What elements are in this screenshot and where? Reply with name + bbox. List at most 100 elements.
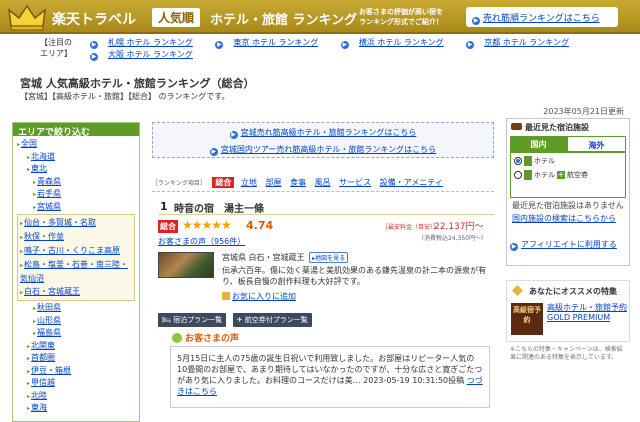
sidebar-item-izu-hakone[interactable]: 伊豆・箱根 (27, 366, 71, 375)
flight-plans-button[interactable]: ✈ 航空券付プラン一覧 (232, 313, 312, 327)
tab-bath[interactable]: 風呂 (315, 178, 331, 187)
guest-review-box: 5月15日に主人の75歳の誕生日祝いで利用致しました。お部屋はリピーター人気の1… (170, 346, 490, 408)
sidebar-item-yamagata[interactable]: 山形県 (33, 316, 61, 325)
rank-heading: 1 時音の宿 湯主一條 (158, 199, 494, 215)
banner-title: ホテル・旅館 ランキング (210, 13, 358, 28)
sidebar-heading: エリアで絞り込む (13, 123, 139, 138)
rating-score: 4.74 (246, 219, 274, 232)
tab-room[interactable]: 部屋 (265, 178, 281, 187)
tab-domestic[interactable]: 国内 (510, 136, 567, 152)
sales-ranking-notice-link[interactable]: ▶ 宮城売れ筋高級ホテル・旅館ランキングはこちら (153, 127, 493, 139)
overall-tag: 総合 (158, 220, 178, 233)
area-link-kyoto[interactable]: ▶ 京都 ホテル ランキング (466, 38, 579, 49)
domestic-search-link[interactable]: 国内施設の検索はこちらから (507, 214, 629, 224)
no-recent-text: 最近見た宿泊施設はありません (512, 201, 624, 210)
plan-buttons: 🛏 宿泊プラン一覧 ✈ 航空券付プラン一覧 (158, 313, 316, 327)
arrow-circle-icon: ▶ (472, 17, 480, 25)
arrow-circle-icon: ▶ (90, 41, 98, 49)
banner-subtitle: お客さまの評価が高い宿を ランキング形式でご紹介！ (359, 8, 443, 26)
arrow-circle-icon: ▶ (90, 53, 98, 61)
radio-hotel[interactable]: ホテル (514, 156, 622, 166)
radio-hotel-flight[interactable]: ホテル + 航空券 (514, 170, 622, 180)
hotel-icon (524, 156, 532, 166)
sidebar-item-kitakanto[interactable]: 北関東 (27, 341, 55, 350)
area-link-sapporo[interactable]: ▶ 札幌 ホテル ランキング (90, 38, 203, 49)
price-label: ［最安料金（目安）］ (382, 224, 440, 231)
stay-plans-button[interactable]: 🛏 宿泊プラン一覧 (158, 313, 227, 327)
area-link-tokyo[interactable]: ▶ 東京 ホテル ランキング (215, 38, 328, 49)
rank-number: 1 (158, 200, 168, 213)
featured-areas-label: 【注目のエリア】 (40, 38, 72, 58)
favorite-folder-icon (222, 292, 230, 300)
sidebar-item-fukushima[interactable]: 福島県 (33, 328, 61, 337)
banner-sort-pill: 人気順 (152, 8, 201, 27)
price-tax-included: （消費税込24,350円〜） (418, 235, 487, 242)
sidebar-item-aomori[interactable]: 青森県 (33, 177, 61, 186)
hotel-thumbnail[interactable] (158, 252, 214, 278)
tab-location[interactable]: 立地 (241, 178, 257, 187)
affiliate-link[interactable]: ▶ アフィリエイトに利用する (510, 240, 630, 251)
arrow-circle-icon: ▶ (510, 243, 518, 251)
arrow-circle-icon: ▶ (209, 148, 218, 156)
reviews-link[interactable]: お客さまの声（956件） (158, 236, 245, 247)
divider (152, 191, 494, 192)
tab-overall[interactable]: 総合 (212, 177, 235, 188)
area-filter-sidebar: エリアで絞り込む 全国 北海道 東北 青森県 岩手県 宮城県 仙台・多賀城・名取… (12, 122, 140, 422)
sidebar-item-hokuriku[interactable]: 北陸 (27, 391, 47, 400)
sidebar-item-naruko[interactable]: 鳴子・古川・くりこま高原 (20, 244, 132, 258)
price-value: 22,137円〜 (434, 222, 484, 232)
arrow-circle-icon: ▶ (340, 41, 349, 49)
feature-note: ※こちらの特集・キャンペーンは、検索結果に関連のある特集を表示しています。 (510, 346, 623, 361)
gold-premium-link[interactable]: 高級ホテル・旅館予約 GOLD PREMIUM (547, 303, 627, 323)
star-rating-icon: ★★★★★ (182, 218, 232, 232)
sidebar-item-matsushima[interactable]: 松島・塩釜・石巻・南三陸・気仙沼 (20, 258, 132, 285)
add-favorite-link[interactable]: お気に入りに追加 (222, 291, 296, 302)
area-link-osaka[interactable]: ▶ 大阪 ホテル ランキング (90, 50, 203, 61)
guest-voice-heading: お客さまの声 (172, 331, 239, 344)
area-link-yokohama[interactable]: ▶ 横浜 ホテル ランキング (340, 38, 454, 49)
review-date: 2023-05-19 10:31:50投稿 (363, 376, 465, 385)
page-description: 【宮城】【高級ホテル・旅館】【総合】 のランキングです。 (20, 92, 230, 101)
recommended-feature-box: あなたにオススメの特集 高級宿予約 高級ホテル・旅館予約 GOLD PREMIU… (506, 280, 630, 342)
arrow-circle-icon: ▶ (229, 131, 238, 139)
sidebar-item-hokkaido[interactable]: 北海道 (27, 152, 55, 161)
gold-premium-banner[interactable]: 高級宿予約 (511, 303, 543, 335)
sidebar-item-tokai[interactable]: 東海 (27, 403, 47, 412)
miyagi-subarea-box: 仙台・多賀城・名取 秋保・作並 鳴子・古川・くりこま高原 松島・塩釜・石巻・南三… (17, 214, 135, 301)
hotel-description: 伝承六百年。傷に効く薬湯と美肌効果のある鎌先温泉の計二本の源泉が有り、板長自慢の… (222, 266, 486, 286)
sales-ranking-link[interactable]: ▶ 売れ筋順ランキングはこちら (466, 7, 618, 27)
sidebar-item-akiu[interactable]: 秋保・作並 (20, 230, 132, 244)
sidebar-item-sendai[interactable]: 仙台・多賀城・名取 (20, 216, 132, 230)
page-title: 宮城 人気高級ホテル・旅館ランキング（総合） (20, 77, 255, 90)
sidebar-item-akita[interactable]: 秋田県 (33, 303, 61, 312)
tab-amenity[interactable]: 設備・アメニティ (380, 178, 443, 187)
tab-overseas[interactable]: 海外 (567, 136, 626, 152)
sidebar-item-tohoku[interactable]: 東北 (27, 164, 47, 173)
map-button[interactable]: ▸地図を見る (309, 252, 349, 263)
arrow-circle-icon: ▶ (466, 41, 475, 49)
recently-viewed-heading: 最近見た宿泊施設 (507, 119, 629, 136)
sidebar-item-zenkoku[interactable]: 全国 (17, 139, 37, 148)
sidebar-item-iwate[interactable]: 岩手県 (33, 189, 61, 198)
tabs-label: ［ランキング項目］ (152, 180, 206, 187)
hotel-name-link[interactable]: 時音の宿 湯主一條 (174, 200, 264, 215)
hotel-icon (524, 170, 532, 180)
update-date: 2023年05月21日更新 (543, 107, 624, 116)
sidebar-item-shiroishi[interactable]: 白石・宮城蔵王 (20, 285, 132, 299)
radio-unselected-icon (514, 171, 522, 179)
recommended-heading: あなたにオススメの特集 (507, 281, 629, 300)
ranking-category-tabs: ［ランキング項目］ 総合 立地 部屋 食事 風呂 サービス 設備・アメニティ (152, 177, 494, 188)
crown-icon (8, 4, 46, 31)
tour-ranking-notice-link[interactable]: ▶ 宮城国内ツアー売れ筋高級ホテル・旅館ランキングはこちら (153, 144, 493, 156)
sidebar-item-koshinetsu[interactable]: 甲信越 (27, 378, 55, 387)
hotel-location: 宮城県 白石・宮城蔵王 ▸地図を見る (222, 252, 349, 263)
plus-icon: + (557, 170, 565, 179)
radio-selected-icon (514, 157, 522, 165)
banner-brand: 楽天トラベル (52, 12, 136, 28)
related-ranking-notice: ▶ 宮城売れ筋高級ホテル・旅館ランキングはこちら ▶ 宮城国内ツアー売れ筋高級ホテル… (152, 122, 494, 158)
sidebar-item-miyagi[interactable]: 宮城県 (33, 202, 61, 211)
tab-meal[interactable]: 食事 (290, 178, 306, 187)
sidebar-item-shutoken[interactable]: 首都圏 (27, 353, 55, 362)
tab-service[interactable]: サービス (339, 178, 371, 187)
top-banner: 楽天トラベル 人気順 ホテル・旅館 ランキング お客さまの評価が高い宿を ランキ… (0, 0, 640, 34)
